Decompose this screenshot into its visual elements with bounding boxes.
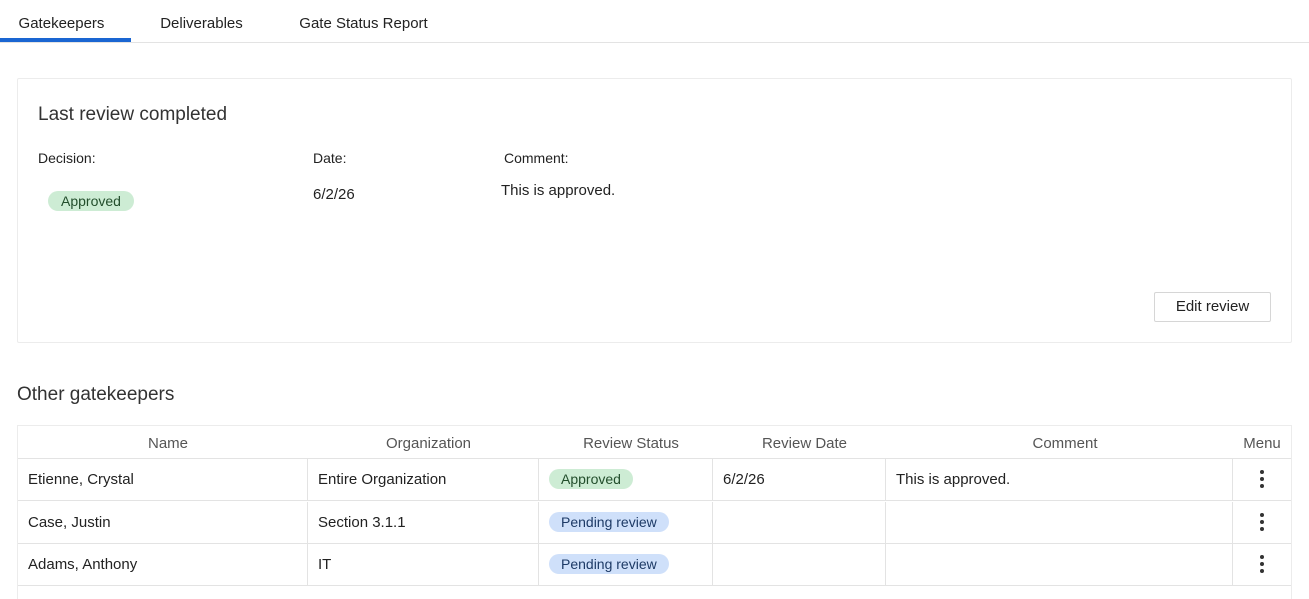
gatekeeper-status-cell: Pending review: [539, 544, 713, 586]
row-menu-button[interactable]: [1233, 502, 1291, 544]
gatekeeper-organization: IT: [308, 544, 539, 586]
gatekeeper-organization: Entire Organization: [308, 459, 539, 501]
gatekeeper-review-date: [713, 544, 886, 586]
column-header-review-status[interactable]: Review Status: [539, 426, 723, 459]
tab-gatekeepers[interactable]: Gatekeepers: [0, 0, 131, 42]
column-header-review-date[interactable]: Review Date: [713, 426, 896, 459]
row-menu-button[interactable]: [1233, 544, 1291, 586]
column-header-name[interactable]: Name: [18, 426, 318, 459]
gatekeeper-comment: This is approved.: [886, 459, 1233, 501]
other-gatekeepers-title: Other gatekeepers: [17, 384, 175, 405]
kebab-menu-icon[interactable]: [1260, 555, 1264, 574]
status-badge: Pending review: [549, 554, 669, 575]
edit-review-button[interactable]: Edit review: [1154, 292, 1271, 322]
tab-gate-status-report[interactable]: Gate Status Report: [284, 0, 443, 42]
gatekeeper-organization: Section 3.1.1: [308, 502, 539, 544]
review-date-value: 6/2/26: [313, 186, 355, 203]
table-row[interactable]: Etienne, Crystal Entire Organization App…: [18, 459, 1291, 501]
review-comment-value: This is approved.: [501, 182, 616, 199]
gatekeepers-table: Name Organization Review Status Review D…: [17, 425, 1292, 599]
gatekeeper-name: Adams, Anthony: [18, 544, 308, 586]
tab-deliverables[interactable]: Deliverables: [144, 0, 259, 42]
gatekeeper-comment: [886, 544, 1233, 586]
gatekeeper-status-cell: Pending review: [539, 502, 713, 544]
table-row[interactable]: Adams, Anthony IT Pending review: [18, 544, 1291, 586]
decision-label: Decision:: [38, 150, 96, 166]
kebab-menu-icon[interactable]: [1260, 513, 1264, 532]
gatekeeper-review-date: 6/2/26: [713, 459, 886, 501]
column-header-menu: Menu: [1243, 435, 1281, 452]
status-badge: Pending review: [549, 512, 669, 533]
gatekeeper-comment: [886, 502, 1233, 544]
kebab-menu-icon[interactable]: [1260, 470, 1264, 489]
gatekeeper-review-date: [713, 502, 886, 544]
last-review-title: Last review completed: [38, 104, 228, 125]
tab-bar: Gatekeepers Deliverables Gate Status Rep…: [0, 0, 1309, 43]
date-label: Date:: [313, 150, 347, 166]
table-header: Name Organization Review Status Review D…: [18, 426, 1291, 459]
comment-label: Comment:: [504, 150, 569, 166]
status-badge: Approved: [549, 469, 633, 490]
decision-status-badge: Approved: [48, 191, 134, 211]
column-header-organization[interactable]: Organization: [318, 426, 539, 459]
gatekeeper-name: Case, Justin: [18, 502, 308, 544]
row-menu-button[interactable]: [1233, 459, 1291, 501]
table-row[interactable]: Case, Justin Section 3.1.1 Pending revie…: [18, 502, 1291, 544]
gatekeeper-name: Etienne, Crystal: [18, 459, 308, 501]
column-header-comment[interactable]: Comment: [886, 426, 1244, 459]
gatekeeper-status-cell: Approved: [539, 459, 713, 501]
